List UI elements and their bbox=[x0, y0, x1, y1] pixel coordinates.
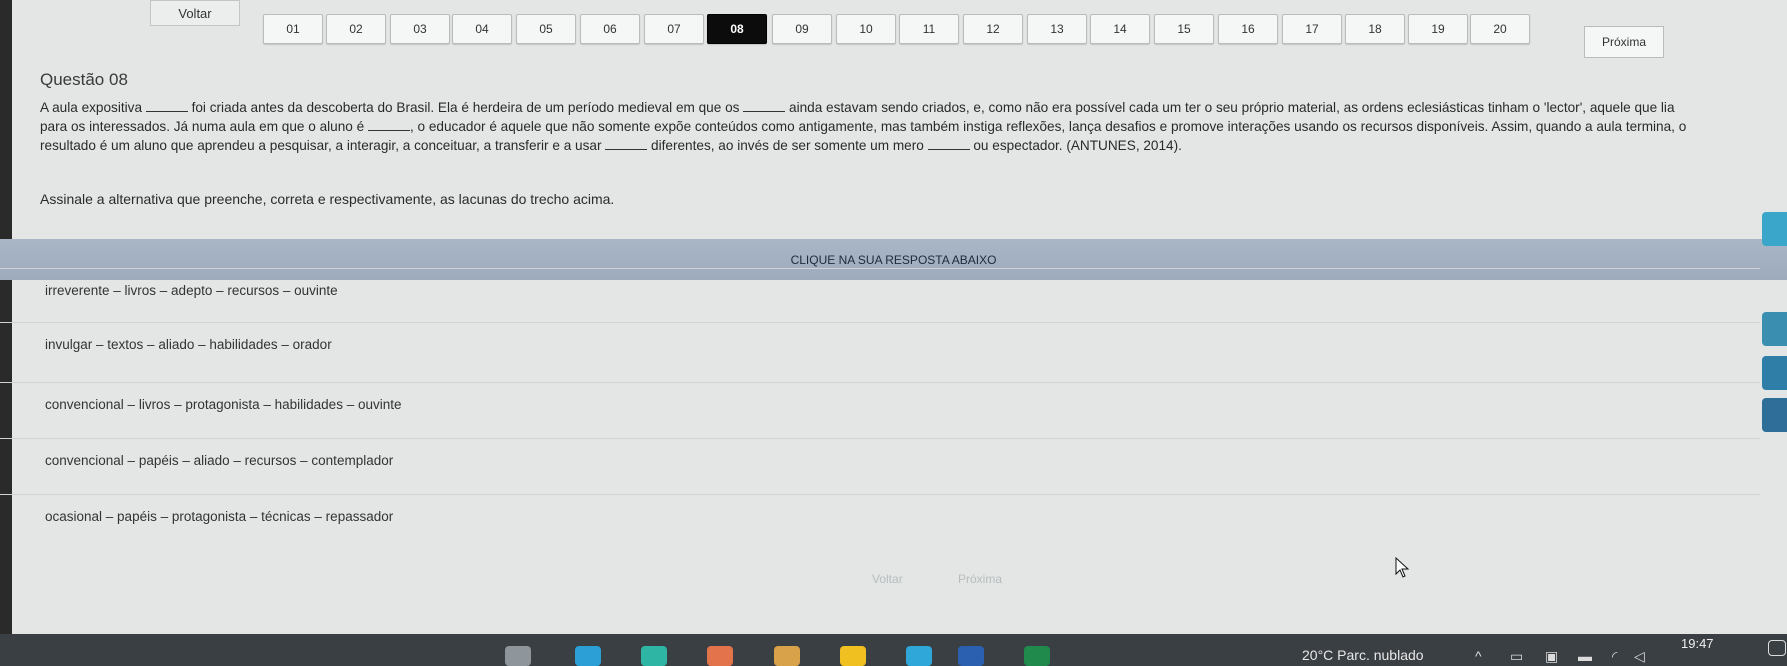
edge-icon[interactable] bbox=[575, 646, 601, 666]
question-navigation: Voltar 01 02 03 04 05 06 07 08 09 10 11 12 13 14 15 16 1… bbox=[0, 0, 1787, 62]
store-icon[interactable] bbox=[906, 646, 932, 666]
question-instruction: Assinale a alternativa que preenche, cor… bbox=[40, 191, 615, 207]
question-button-05[interactable]: 05 bbox=[516, 14, 576, 44]
text-segment: diferentes, ao invés de ser somente um m… bbox=[651, 138, 924, 153]
question-button-07[interactable]: 07 bbox=[644, 14, 704, 44]
chevron-up-icon[interactable]: ^ bbox=[1475, 648, 1482, 664]
weather-status[interactable]: 20°C Parc. nublado bbox=[1302, 647, 1424, 663]
answer-option-a[interactable]: irreverente – livros – adepto – recursos… bbox=[0, 268, 1760, 312]
question-button-09[interactable]: 09 bbox=[772, 14, 832, 44]
answer-option-d[interactable]: convencional – papéis – aliado – recurso… bbox=[0, 438, 1760, 482]
volume-icon[interactable]: ◁ bbox=[1634, 648, 1645, 665]
meet-icon[interactable]: ▣ bbox=[1545, 648, 1558, 665]
question-button-17[interactable]: 17 bbox=[1282, 14, 1342, 44]
question-button-10[interactable]: 10 bbox=[836, 14, 896, 44]
mouse-cursor-icon bbox=[1395, 557, 1410, 578]
blank-5 bbox=[927, 149, 970, 150]
text-segment: ainda estavam sendo criados, e, como não… bbox=[789, 100, 1675, 115]
question-button-01[interactable]: 01 bbox=[263, 14, 323, 44]
back-button-top[interactable]: Voltar bbox=[150, 0, 240, 26]
answer-option-c[interactable]: convencional – livros – protagonista – h… bbox=[0, 382, 1760, 426]
taskbar: 20°C Parc. nublado ^ ▭ ▣ ▬ ◜ ◁ 19:47 bbox=[0, 634, 1787, 666]
question-text: A aula expositiva foi criada antes da de… bbox=[40, 98, 1780, 155]
taskview-icon[interactable] bbox=[505, 646, 531, 666]
blank-1 bbox=[145, 111, 188, 112]
visibility-icon[interactable] bbox=[1762, 398, 1787, 432]
question-button-18[interactable]: 18 bbox=[1345, 14, 1405, 44]
file-explorer-icon[interactable] bbox=[774, 646, 800, 666]
sign-language-icon[interactable] bbox=[1762, 312, 1787, 346]
text-segment: A aula expositiva bbox=[40, 100, 143, 115]
question-button-16[interactable]: 16 bbox=[1218, 14, 1278, 44]
question-button-04[interactable]: 04 bbox=[452, 14, 512, 44]
word-icon[interactable] bbox=[958, 646, 984, 666]
blank-4 bbox=[605, 149, 648, 150]
notifications-icon[interactable] bbox=[1768, 640, 1786, 656]
clock[interactable]: 19:47 bbox=[1681, 636, 1714, 651]
screen: Voltar 01 02 03 04 05 06 07 08 09 10 11 12 13 14 15 16 1… bbox=[0, 0, 1787, 666]
text-segment: , o educador é aquele que não somente ex… bbox=[409, 119, 1687, 134]
text-segment: resultado é um aluno que aprendeu a pesq… bbox=[40, 138, 602, 153]
answer-header-label: CLIQUE NA SUA RESPOSTA ABAIXO bbox=[790, 253, 997, 267]
question-button-03[interactable]: 03 bbox=[390, 14, 450, 44]
question-button-12[interactable]: 12 bbox=[963, 14, 1023, 44]
text-segment: foi criada antes da descoberta do Brasil… bbox=[191, 100, 740, 115]
question-button-02[interactable]: 02 bbox=[326, 14, 386, 44]
question-line-2: para os interessados. Já numa aula em qu… bbox=[40, 117, 1780, 136]
question-button-06[interactable]: 06 bbox=[580, 14, 640, 44]
text-segment: ou espectador. (ANTUNES, 2014). bbox=[973, 138, 1182, 153]
excel-icon[interactable] bbox=[1024, 646, 1050, 666]
next-button-top[interactable]: Próxima bbox=[1584, 26, 1664, 58]
question-button-19[interactable]: 19 bbox=[1408, 14, 1468, 44]
folder-icon[interactable] bbox=[840, 646, 866, 666]
question-button-08[interactable]: 08 bbox=[707, 14, 767, 44]
blank-2 bbox=[743, 111, 786, 112]
keyboard-icon[interactable]: ▭ bbox=[1510, 648, 1523, 665]
question-button-20[interactable]: 20 bbox=[1470, 14, 1530, 44]
back-button-bottom[interactable]: Voltar bbox=[872, 572, 903, 586]
accessibility-widget-icon[interactable] bbox=[1762, 212, 1787, 246]
answer-option-e[interactable]: ocasional – papéis – protagonista – técn… bbox=[0, 494, 1760, 538]
wifi-icon[interactable]: ◜ bbox=[1612, 648, 1617, 665]
answer-option-b[interactable]: invulgar – textos – aliado – habilidades… bbox=[0, 322, 1760, 366]
chrome-icon[interactable] bbox=[641, 646, 667, 666]
firefox-icon[interactable] bbox=[707, 646, 733, 666]
question-line-1: A aula expositiva foi criada antes da de… bbox=[40, 98, 1780, 117]
question-line-3: resultado é um aluno que aprendeu a pesq… bbox=[40, 136, 1780, 155]
question-button-13[interactable]: 13 bbox=[1027, 14, 1087, 44]
battery-icon[interactable]: ▬ bbox=[1578, 648, 1592, 664]
question-button-11[interactable]: 11 bbox=[899, 14, 959, 44]
question-button-14[interactable]: 14 bbox=[1090, 14, 1150, 44]
blank-3 bbox=[367, 130, 410, 131]
audio-reader-icon[interactable] bbox=[1762, 356, 1787, 390]
text-segment: para os interessados. Já numa aula em qu… bbox=[40, 119, 365, 134]
question-title: Questão 08 bbox=[40, 70, 128, 89]
question-button-15[interactable]: 15 bbox=[1154, 14, 1214, 44]
next-button-bottom[interactable]: Próxima bbox=[958, 572, 1002, 586]
